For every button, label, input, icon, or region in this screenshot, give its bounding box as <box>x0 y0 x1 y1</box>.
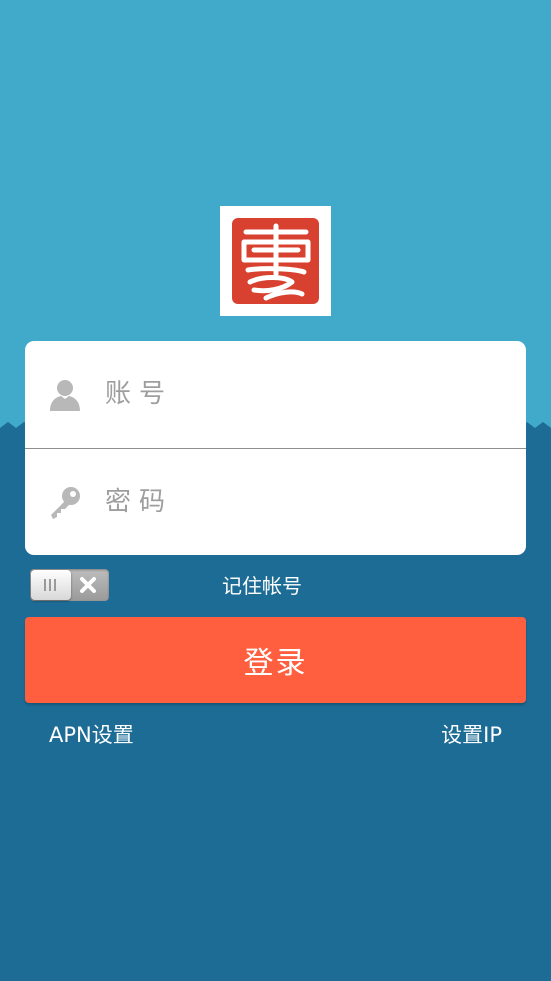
remember-account-toggle[interactable] <box>30 569 109 601</box>
password-field-row <box>25 449 526 555</box>
set-ip-link[interactable]: 设置IP <box>441 720 502 750</box>
login-button[interactable]: 登录 <box>25 617 526 703</box>
grip-icon <box>44 579 56 591</box>
user-icon <box>50 380 80 411</box>
app-logo <box>220 206 331 316</box>
toggle-knob[interactable] <box>31 570 71 600</box>
key-icon <box>51 487 80 519</box>
remember-account-label: 记住帐号 <box>222 574 302 598</box>
close-icon <box>78 575 98 595</box>
password-input[interactable] <box>105 477 505 527</box>
username-field-row <box>25 341 526 448</box>
apn-settings-link[interactable]: APN设置 <box>49 720 134 750</box>
username-input[interactable] <box>105 369 505 419</box>
login-form <box>25 341 526 555</box>
